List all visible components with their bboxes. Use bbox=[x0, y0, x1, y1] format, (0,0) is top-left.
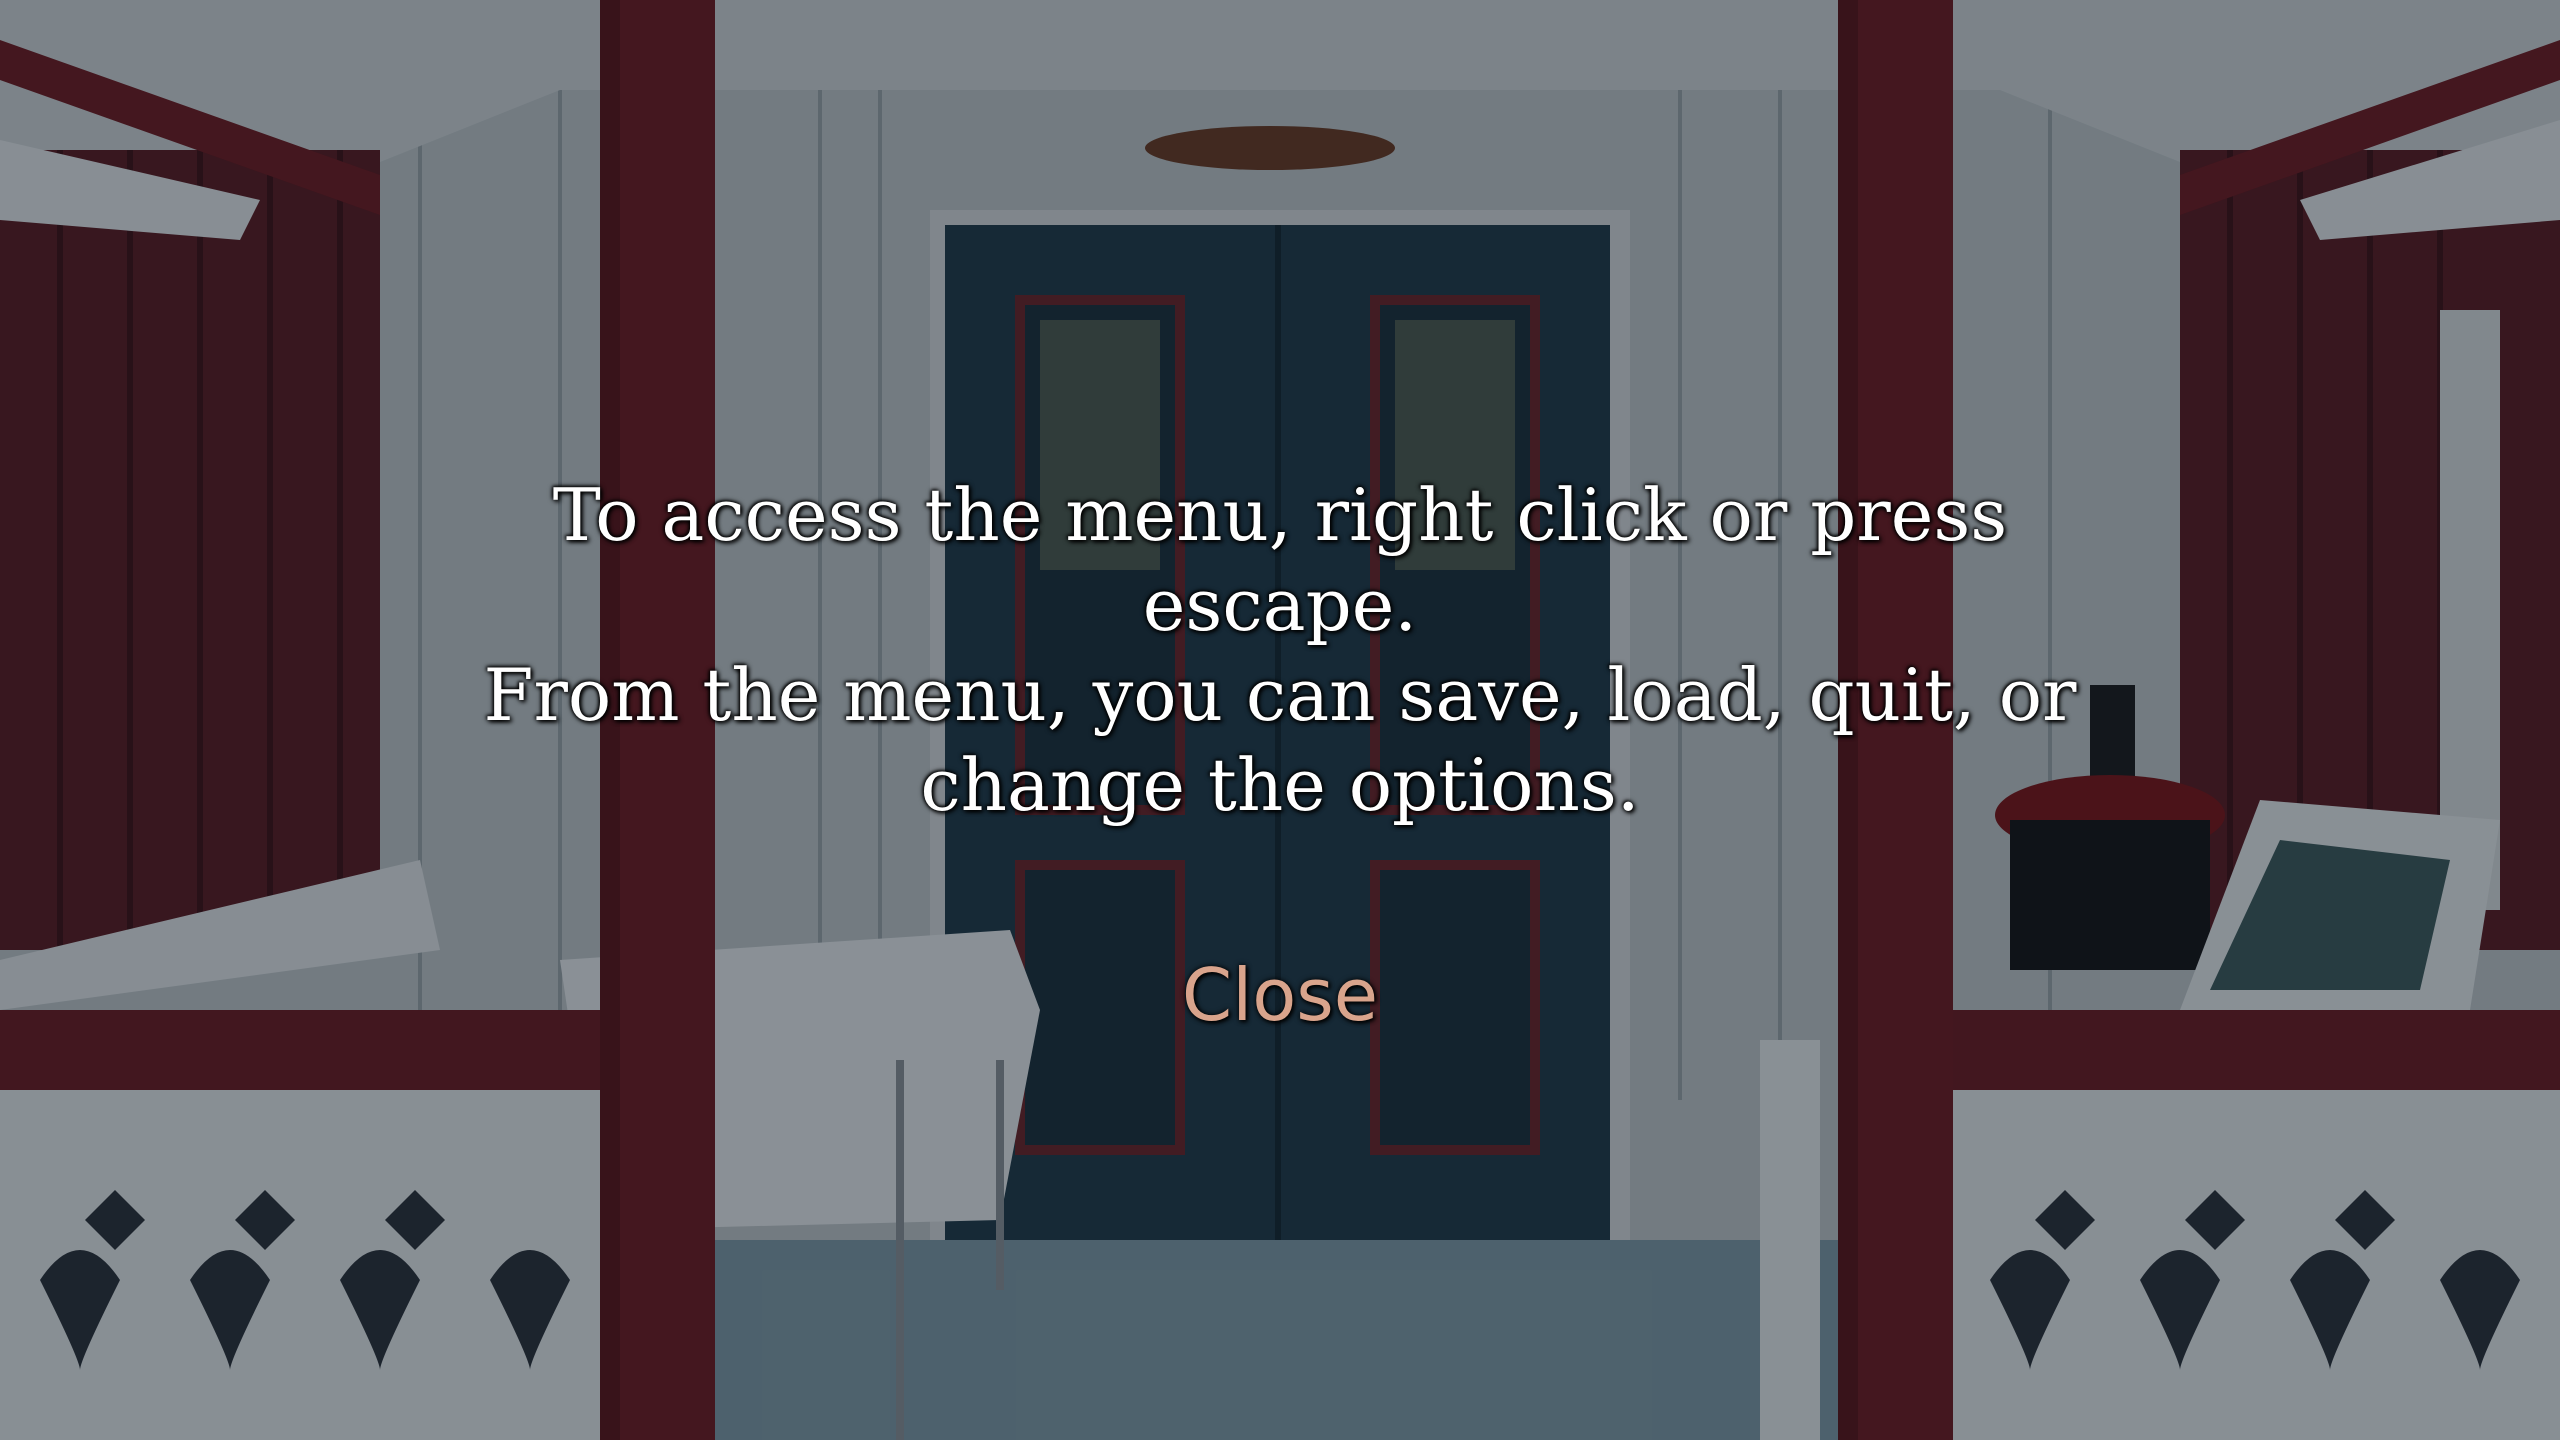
help-dialog: To access the menu, right click or press… bbox=[0, 470, 2560, 1040]
help-message-line: To access the menu, right click or press… bbox=[552, 473, 2008, 647]
close-button[interactable]: Close bbox=[1172, 950, 1388, 1040]
help-message-line: From the menu, you can save, load, quit,… bbox=[483, 653, 2077, 737]
help-message-line: change the options. bbox=[920, 743, 1640, 827]
help-message: To access the menu, right click or press… bbox=[430, 470, 2130, 830]
